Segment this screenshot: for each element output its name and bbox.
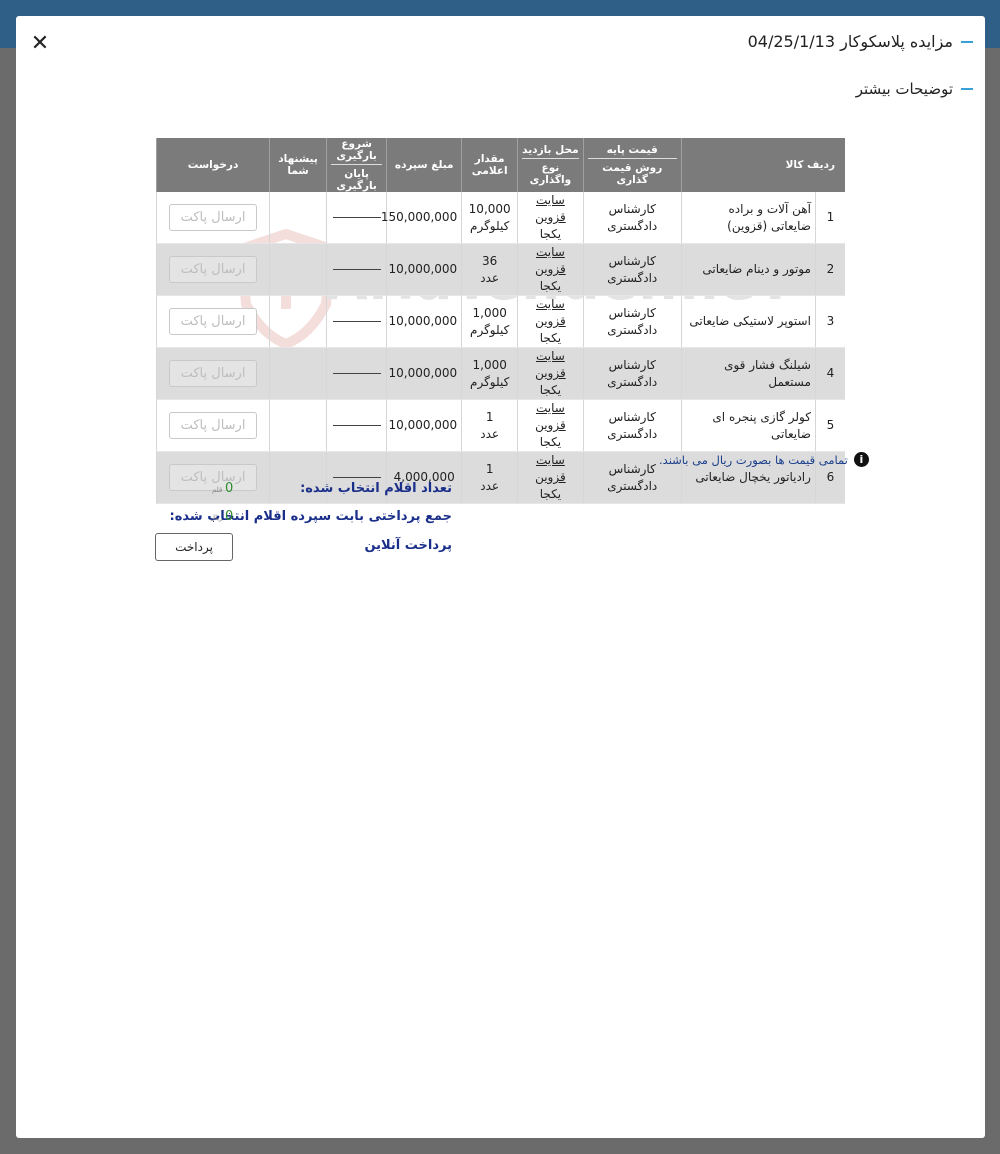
place-type: سایت قزوین یکجا (517, 451, 584, 504)
your-offer (269, 347, 327, 400)
selected-count-label: تعداد اقلام انتخاب شده: (300, 481, 452, 496)
currency-note: i تمامی قیمت ها بصورت ریال می باشند. (659, 452, 869, 467)
request-cell: ارسال پاکت (155, 192, 270, 244)
pricing-method: کارشناس دادگستری (582, 192, 682, 244)
table-header-row: ردیف کالا قیمت پایه روش قیمت گذاری محل ب… (155, 138, 845, 192)
quantity: 36 عدد (461, 243, 518, 296)
loading-dates (326, 347, 387, 400)
collapse-dash-icon (961, 88, 973, 90)
your-offer (269, 399, 327, 452)
pricing-method: کارشناس دادگستری (582, 243, 682, 296)
close-icon[interactable]: ✕ (30, 33, 50, 55)
request-cell: ارسال پاکت (155, 451, 270, 504)
your-offer (269, 295, 327, 348)
pricing-method: کارشناس دادگستری (582, 347, 682, 400)
pricing-method: کارشناس دادگستری (582, 399, 682, 452)
deposit-sum-value: 0 (225, 509, 234, 524)
items-table: ردیف کالا قیمت پایه روش قیمت گذاری محل ب… (155, 138, 845, 504)
pricing-method: کارشناس دادگستری (582, 295, 682, 348)
pay-button[interactable]: پرداخت (155, 533, 233, 561)
request-cell: ارسال پاکت (155, 295, 270, 348)
info-icon: i (853, 452, 869, 467)
your-offer (269, 192, 327, 244)
collapse-dash-icon (961, 40, 973, 43)
place-type: سایت قزوین یکجا (517, 295, 584, 348)
table-row: 5 کولر گازی پنجره ای ضایعاتی کارشناس داد… (155, 399, 845, 452)
online-payment-label: پرداخت آنلاین (364, 538, 452, 553)
table-row: 1 آهن آلات و براده ضایعاتی (قزوین) کارشن… (155, 192, 845, 244)
empty-dash (332, 425, 381, 426)
quantity: 1,000 کیلوگرم (461, 295, 518, 348)
table-row: 4 شیلنگ فشار قوی مستعمل کارشناس دادگستری… (155, 347, 845, 400)
row-index: 2 (814, 243, 845, 296)
request-cell: ارسال پاکت (155, 347, 270, 400)
modal-title-row[interactable]: مزایده پلاسکوکار 04/25/1/13 (748, 32, 973, 51)
header-deposit: مبلغ سپرده (386, 138, 462, 192)
auction-details-modal: ✕ مزایده پلاسکوکار 04/25/1/13 توضیحات بی… (16, 16, 985, 1138)
header-loading: شروع بارگیری پایان بارگیری (326, 138, 387, 192)
send-envelope-button[interactable]: ارسال پاکت (169, 256, 258, 283)
send-envelope-button[interactable]: ارسال پاکت (169, 204, 258, 231)
more-info-toggle[interactable]: توضیحات بیشتر (856, 80, 973, 98)
item-name: استوپر لاستیکی ضایعاتی (680, 295, 816, 348)
header-place: محل بازدید نوع واگذاری (517, 138, 584, 192)
row-index: 3 (814, 295, 845, 348)
table-row: 2 موتور و دینام ضایعاتی کارشناس دادگستری… (155, 243, 845, 296)
request-cell: ارسال پاکت (155, 399, 270, 452)
place-type: سایت قزوین یکجا (517, 347, 584, 400)
quantity: 1,000 کیلوگرم (461, 347, 518, 400)
empty-dash (332, 373, 381, 374)
send-envelope-button[interactable]: ارسال پاکت (169, 360, 258, 387)
deposit-amount: 10,000,000 (386, 399, 462, 452)
empty-dash (332, 477, 381, 478)
header-price: قیمت پایه روش قیمت گذاری (582, 138, 682, 192)
header-row-item: ردیف کالا (680, 138, 845, 192)
header-your-offer: پیشنهاد شما (269, 138, 327, 192)
item-name: موتور و دینام ضایعاتی (680, 243, 816, 296)
deposit-amount: 10,000,000 (386, 243, 462, 296)
row-index: 4 (814, 347, 845, 400)
header-request: درخواست (155, 138, 270, 192)
item-name: آهن آلات و براده ضایعاتی (قزوین) (680, 192, 816, 244)
deposit-sum-unit: ریال (210, 514, 223, 522)
quantity: 1 عدد (461, 451, 518, 504)
send-envelope-button[interactable]: ارسال پاکت (169, 412, 258, 439)
deposit-amount: 10,000,000 (386, 295, 462, 348)
table-row: 3 استوپر لاستیکی ضایعاتی کارشناس دادگستر… (155, 295, 845, 348)
more-info-label: توضیحات بیشتر (855, 80, 953, 98)
selected-count-value: 0 (225, 481, 234, 496)
loading-dates (326, 192, 387, 244)
currency-note-text: تمامی قیمت ها بصورت ریال می باشند. (659, 452, 848, 467)
row-index: 5 (814, 399, 845, 452)
place-type: سایت قزوین یکجا (517, 243, 584, 296)
loading-dates (326, 399, 387, 452)
header-quantity: مقدار اعلامی (461, 138, 518, 192)
loading-dates (326, 243, 387, 296)
send-envelope-button[interactable]: ارسال پاکت (169, 308, 258, 335)
modal-title: مزایده پلاسکوکار 04/25/1/13 (747, 32, 953, 51)
empty-dash (332, 321, 381, 322)
your-offer (269, 243, 327, 296)
deposit-amount: 10,000,000 (386, 347, 462, 400)
empty-dash (332, 269, 381, 270)
quantity: 10,000 کیلوگرم (461, 192, 518, 244)
loading-dates (326, 295, 387, 348)
selected-count-unit: قلم (212, 486, 223, 494)
item-name: شیلنگ فشار قوی مستعمل (680, 347, 816, 400)
row-index: 1 (814, 192, 845, 244)
empty-dash (332, 217, 381, 218)
quantity: 1 عدد (461, 399, 518, 452)
place-type: سایت قزوین یکجا (517, 192, 584, 244)
place-type: سایت قزوین یکجا (517, 399, 584, 452)
item-name: کولر گازی پنجره ای ضایعاتی (680, 399, 816, 452)
deposit-amount: 150,000,000 (381, 192, 462, 244)
request-cell: ارسال پاکت (155, 243, 270, 296)
